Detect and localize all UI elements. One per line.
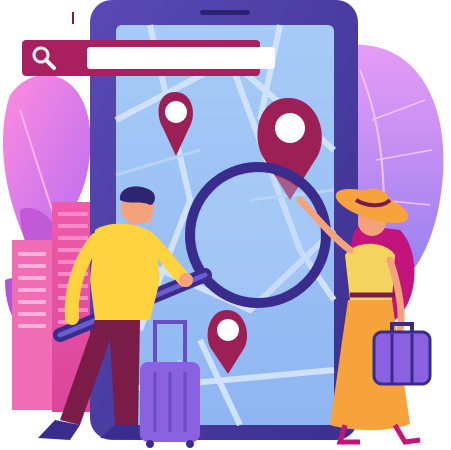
search-bar <box>22 40 275 76</box>
search-icon[interactable] <box>30 44 58 72</box>
travel-search-illustration <box>0 0 451 450</box>
suitcase-icon <box>372 322 432 386</box>
text-cursor <box>72 12 74 24</box>
building-short <box>12 240 52 410</box>
phone-speaker <box>200 10 250 15</box>
search-input[interactable] <box>87 47 275 69</box>
